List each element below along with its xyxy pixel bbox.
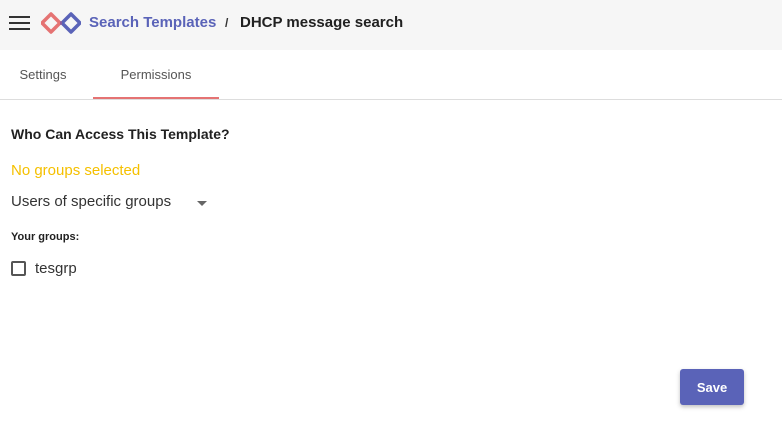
group-checkbox[interactable]	[11, 261, 26, 276]
breadcrumb-separator: /	[225, 16, 229, 30]
access-type-select[interactable]: Users of specific groups	[11, 192, 211, 216]
top-bar: Search Templates / DHCP message search	[0, 0, 782, 50]
breadcrumb-current-page: DHCP message search	[240, 14, 404, 31]
tab-permissions[interactable]: Permissions	[93, 50, 219, 99]
caret-down-icon	[197, 201, 207, 206]
save-button[interactable]: Save	[680, 369, 744, 405]
section-title: Who Can Access This Template?	[11, 126, 230, 142]
tab-bar: Settings Permissions	[0, 50, 782, 100]
your-groups-label: Your groups:	[11, 231, 80, 243]
access-type-value: Users of specific groups	[11, 193, 172, 210]
group-checkbox-label[interactable]: tesgrp	[35, 260, 77, 277]
app-logo-icon[interactable]	[41, 12, 81, 34]
tab-settings[interactable]: Settings	[0, 50, 86, 99]
no-groups-warning: No groups selected	[11, 162, 141, 179]
hamburger-icon[interactable]	[6, 11, 32, 37]
active-tab-indicator	[93, 97, 219, 99]
breadcrumb-search-templates-link[interactable]: Search Templates	[89, 14, 216, 31]
